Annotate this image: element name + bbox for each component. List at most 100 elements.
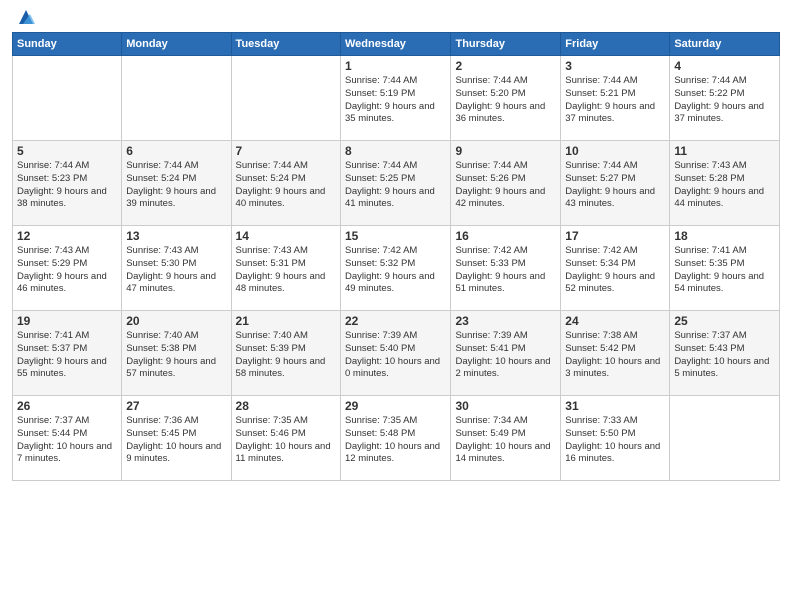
calendar-cell: 2Sunrise: 7:44 AMSunset: 5:20 PMDaylight…: [451, 56, 561, 141]
day-info: Sunrise: 7:42 AMSunset: 5:33 PMDaylight:…: [455, 245, 556, 296]
day-number: 16: [455, 229, 556, 243]
day-info: Sunrise: 7:43 AMSunset: 5:28 PMDaylight:…: [674, 160, 775, 211]
weekday-header: Saturday: [670, 33, 780, 56]
calendar-week-row: 19 Sunrise: 7:41 AMSunset: 5:37 PMDayligh…: [13, 311, 780, 396]
calendar-cell: 1 Sunrise: 7:44 AMSunset: 5:19 PMDaylight…: [341, 56, 451, 141]
calendar-cell: [670, 396, 780, 481]
day-info: Sunrise: 7:44 AMSunset: 5:27 PMDaylight:…: [565, 160, 665, 211]
weekday-header-row: SundayMondayTuesdayWednesdayThursdayFrid…: [13, 33, 780, 56]
day-info: Sunrise: 7:43 AMSunset: 5:31 PMDaylight:…: [236, 245, 336, 296]
day-info: Sunrise: 7:37 AMSunset: 5:43 PMDaylight:…: [674, 330, 775, 381]
calendar-week-row: 1 Sunrise: 7:44 AMSunset: 5:19 PMDaylight…: [13, 56, 780, 141]
logo: [12, 10, 37, 24]
calendar-cell: 8Sunrise: 7:44 AMSunset: 5:25 PMDaylight…: [341, 141, 451, 226]
day-number: 26: [17, 399, 117, 413]
day-number: 4: [674, 59, 775, 73]
day-info: Sunrise: 7:44 AMSunset: 5:24 PMDaylight:…: [236, 160, 336, 211]
calendar-cell: 17 Sunrise: 7:42 AMSunset: 5:34 PMDayligh…: [561, 226, 670, 311]
day-number: 1: [345, 59, 446, 73]
day-number: 13: [126, 229, 226, 243]
day-number: 30: [455, 399, 556, 413]
day-info: Sunrise: 7:42 AMSunset: 5:34 PMDaylight:…: [565, 245, 665, 296]
day-info: Sunrise: 7:44 AMSunset: 5:24 PMDaylight:…: [126, 160, 226, 211]
day-info: Sunrise: 7:44 AMSunset: 5:19 PMDaylight:…: [345, 75, 446, 126]
day-number: 17: [565, 229, 665, 243]
day-number: 24: [565, 314, 665, 328]
calendar-cell: 25 Sunrise: 7:37 AMSunset: 5:43 PMDayligh…: [670, 311, 780, 396]
calendar-cell: 15 Sunrise: 7:42 AMSunset: 5:32 PMDayligh…: [341, 226, 451, 311]
logo-icon: [15, 6, 37, 28]
day-info: Sunrise: 7:44 AMSunset: 5:20 PMDaylight:…: [455, 75, 556, 126]
day-number: 9: [455, 144, 556, 158]
calendar-cell: 29 Sunrise: 7:35 AMSunset: 5:48 PMDayligh…: [341, 396, 451, 481]
calendar-cell: 10 Sunrise: 7:44 AMSunset: 5:27 PMDayligh…: [561, 141, 670, 226]
day-number: 29: [345, 399, 446, 413]
calendar-cell: 21 Sunrise: 7:40 AMSunset: 5:39 PMDayligh…: [231, 311, 340, 396]
day-number: 20: [126, 314, 226, 328]
day-info: Sunrise: 7:43 AMSunset: 5:30 PMDaylight:…: [126, 245, 226, 296]
page-container: SundayMondayTuesdayWednesdayThursdayFrid…: [0, 0, 792, 489]
weekday-header: Friday: [561, 33, 670, 56]
day-number: 14: [236, 229, 336, 243]
day-info: Sunrise: 7:40 AMSunset: 5:38 PMDaylight:…: [126, 330, 226, 381]
day-info: Sunrise: 7:35 AMSunset: 5:48 PMDaylight:…: [345, 415, 446, 466]
weekday-header: Monday: [122, 33, 231, 56]
day-info: Sunrise: 7:34 AMSunset: 5:49 PMDaylight:…: [455, 415, 556, 466]
weekday-header: Wednesday: [341, 33, 451, 56]
weekday-header: Thursday: [451, 33, 561, 56]
calendar-cell: 22 Sunrise: 7:39 AMSunset: 5:40 PMDayligh…: [341, 311, 451, 396]
day-info: Sunrise: 7:40 AMSunset: 5:39 PMDaylight:…: [236, 330, 336, 381]
header: [12, 10, 780, 24]
calendar-cell: 26Sunrise: 7:37 AMSunset: 5:44 PMDayligh…: [13, 396, 122, 481]
calendar-cell: 28Sunrise: 7:35 AMSunset: 5:46 PMDayligh…: [231, 396, 340, 481]
day-number: 11: [674, 144, 775, 158]
calendar-cell: 30 Sunrise: 7:34 AMSunset: 5:49 PMDayligh…: [451, 396, 561, 481]
day-info: Sunrise: 7:39 AMSunset: 5:40 PMDaylight:…: [345, 330, 446, 381]
day-info: Sunrise: 7:44 AMSunset: 5:22 PMDaylight:…: [674, 75, 775, 126]
day-info: Sunrise: 7:44 AMSunset: 5:26 PMDaylight:…: [455, 160, 556, 211]
day-info: Sunrise: 7:44 AMSunset: 5:21 PMDaylight:…: [565, 75, 665, 126]
calendar-cell: 31 Sunrise: 7:33 AMSunset: 5:50 PMDayligh…: [561, 396, 670, 481]
day-info: Sunrise: 7:35 AMSunset: 5:46 PMDaylight:…: [236, 415, 336, 466]
calendar-cell: 23 Sunrise: 7:39 AMSunset: 5:41 PMDayligh…: [451, 311, 561, 396]
day-info: Sunrise: 7:38 AMSunset: 5:42 PMDaylight:…: [565, 330, 665, 381]
calendar-cell: 3 Sunrise: 7:44 AMSunset: 5:21 PMDaylight…: [561, 56, 670, 141]
day-number: 19: [17, 314, 117, 328]
day-number: 6: [126, 144, 226, 158]
day-number: 31: [565, 399, 665, 413]
day-number: 22: [345, 314, 446, 328]
calendar-cell: 19 Sunrise: 7:41 AMSunset: 5:37 PMDayligh…: [13, 311, 122, 396]
calendar-cell: 7 Sunrise: 7:44 AMSunset: 5:24 PMDaylight…: [231, 141, 340, 226]
day-number: 21: [236, 314, 336, 328]
day-info: Sunrise: 7:41 AMSunset: 5:35 PMDaylight:…: [674, 245, 775, 296]
calendar-cell: 24 Sunrise: 7:38 AMSunset: 5:42 PMDayligh…: [561, 311, 670, 396]
day-number: 7: [236, 144, 336, 158]
calendar-cell: 27Sunrise: 7:36 AMSunset: 5:45 PMDayligh…: [122, 396, 231, 481]
day-number: 15: [345, 229, 446, 243]
day-number: 5: [17, 144, 117, 158]
day-number: 18: [674, 229, 775, 243]
calendar-cell: 12 Sunrise: 7:43 AMSunset: 5:29 PMDayligh…: [13, 226, 122, 311]
calendar-week-row: 5 Sunrise: 7:44 AMSunset: 5:23 PMDaylight…: [13, 141, 780, 226]
day-info: Sunrise: 7:42 AMSunset: 5:32 PMDaylight:…: [345, 245, 446, 296]
day-info: Sunrise: 7:33 AMSunset: 5:50 PMDaylight:…: [565, 415, 665, 466]
day-info: Sunrise: 7:41 AMSunset: 5:37 PMDaylight:…: [17, 330, 117, 381]
calendar-cell: [122, 56, 231, 141]
day-number: 10: [565, 144, 665, 158]
calendar-cell: 11 Sunrise: 7:43 AMSunset: 5:28 PMDayligh…: [670, 141, 780, 226]
day-info: Sunrise: 7:39 AMSunset: 5:41 PMDaylight:…: [455, 330, 556, 381]
day-number: 23: [455, 314, 556, 328]
calendar-cell: 14 Sunrise: 7:43 AMSunset: 5:31 PMDayligh…: [231, 226, 340, 311]
calendar-cell: 18 Sunrise: 7:41 AMSunset: 5:35 PMDayligh…: [670, 226, 780, 311]
day-info: Sunrise: 7:36 AMSunset: 5:45 PMDaylight:…: [126, 415, 226, 466]
calendar-cell: 13 Sunrise: 7:43 AMSunset: 5:30 PMDayligh…: [122, 226, 231, 311]
day-number: 25: [674, 314, 775, 328]
calendar-cell: [13, 56, 122, 141]
calendar-cell: [231, 56, 340, 141]
day-number: 8: [345, 144, 446, 158]
day-info: Sunrise: 7:43 AMSunset: 5:29 PMDaylight:…: [17, 245, 117, 296]
calendar-week-row: 12 Sunrise: 7:43 AMSunset: 5:29 PMDayligh…: [13, 226, 780, 311]
day-info: Sunrise: 7:44 AMSunset: 5:23 PMDaylight:…: [17, 160, 117, 211]
day-number: 12: [17, 229, 117, 243]
day-number: 3: [565, 59, 665, 73]
